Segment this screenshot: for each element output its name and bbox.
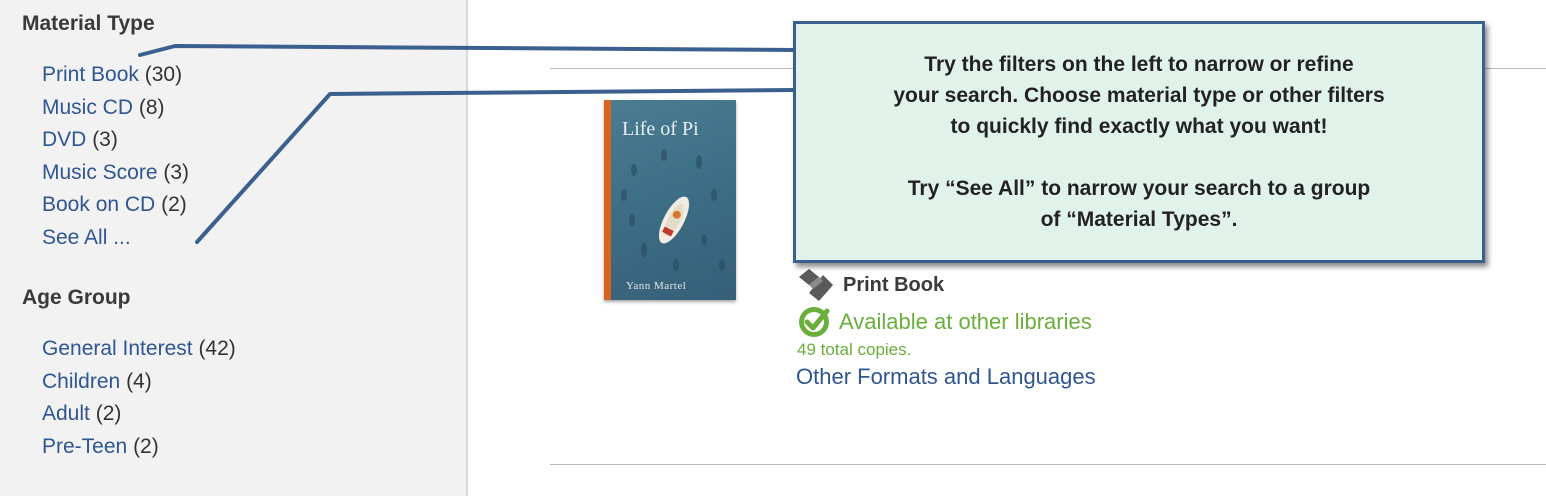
availability-row: Available at other libraries (797, 305, 1092, 339)
facet-link[interactable]: Adult (42, 402, 90, 425)
facet-count: (42) (198, 337, 236, 360)
facet-count: (3) (163, 160, 190, 184)
facet-link[interactable]: DVD (42, 128, 86, 151)
facet-count: (3) (92, 128, 118, 152)
facet-item-music-score[interactable]: Music Score (3) (42, 157, 189, 190)
facet-link[interactable]: Children (42, 370, 120, 393)
cover-title: Life of Pi (622, 118, 699, 140)
total-copies: 49 total copies. (797, 340, 912, 359)
age-group-heading: Age Group (22, 286, 131, 309)
facet-item-general-interest[interactable]: General Interest (42) (42, 333, 236, 366)
material-type-heading: Material Type (22, 12, 155, 35)
callout-line: Try the filters on the left to narrow or… (924, 53, 1354, 76)
facet-link[interactable]: Book on CD (42, 193, 155, 216)
facet-link[interactable]: Music Score (42, 161, 158, 184)
cover-author: Yann Martel (626, 280, 687, 292)
age-group-list: General Interest (42) Children (4) Adult… (42, 333, 236, 463)
facet-count: (2) (133, 434, 159, 458)
facet-count: (8) (138, 95, 165, 119)
facet-item-adult[interactable]: Adult (2) (42, 398, 236, 431)
callout-paragraph-filters: Try the filters on the left to narrow or… (796, 49, 1482, 142)
facet-link[interactable]: Pre-Teen (42, 435, 127, 458)
facet-count: (4) (126, 369, 152, 393)
result-divider-bottom (550, 464, 1546, 465)
callout-line: Try “See All” to narrow your search to a… (907, 177, 1371, 200)
facet-count: (2) (161, 193, 187, 217)
material-type-list: Print Book (30) Music CD (8) DVD (3) Mus… (42, 59, 189, 255)
facet-count: (2) (95, 402, 122, 426)
facet-item-dvd[interactable]: DVD (3) (42, 124, 189, 157)
facet-item-print-book[interactable]: Print Book (30) (42, 59, 189, 92)
facet-item-children[interactable]: Children (4) (42, 366, 236, 399)
filter-sidebar: Material Type Print Book (30) Music CD (… (0, 0, 468, 496)
check-circle-icon (799, 307, 830, 337)
facet-count: (30) (144, 63, 183, 86)
see-all-link[interactable]: See All ... (42, 226, 131, 249)
callout-line: of “Material Types”. (1040, 208, 1238, 231)
other-formats-link[interactable]: Other Formats and Languages (796, 364, 1096, 390)
facet-item-music-cd[interactable]: Music CD (8) (42, 92, 189, 125)
format-row: Print Book (797, 268, 944, 302)
callout-paragraph-see-all: Try “See All” to narrow your search to a… (796, 173, 1482, 235)
see-all-link-item[interactable]: See All ... (42, 222, 189, 255)
facet-item-book-on-cd[interactable]: Book on CD (2) (42, 189, 189, 222)
callout-line: your search. Choose material type or oth… (893, 84, 1385, 107)
format-label: Print Book (843, 273, 945, 296)
help-callout: Try the filters on the left to narrow or… (793, 21, 1485, 263)
book-cover-image[interactable]: Life of Pi Yann Martel (604, 100, 736, 300)
facet-item-pre-teen[interactable]: Pre-Teen (2) (42, 431, 236, 464)
facet-link[interactable]: Print Book (42, 63, 139, 86)
facet-link[interactable]: Music CD (42, 96, 133, 119)
facet-link[interactable]: General Interest (42, 337, 193, 360)
availability-text: Available at other libraries (839, 309, 1092, 334)
print-book-icon (799, 269, 833, 301)
callout-line: to quickly find exactly what you want! (950, 115, 1328, 138)
